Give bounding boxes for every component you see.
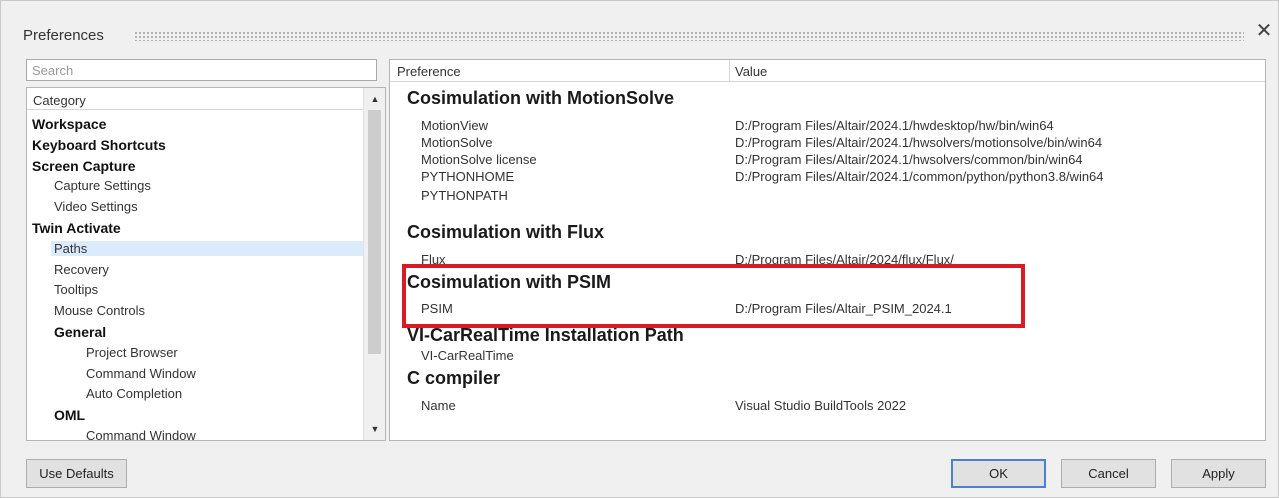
drag-grip[interactable] bbox=[134, 31, 1244, 41]
preference-value[interactable]: D:/Program Files/Altair/2024.1/hwsolvers… bbox=[735, 135, 1102, 150]
preference-name[interactable]: PYTHONPATH bbox=[421, 188, 508, 203]
category-item[interactable]: Command Window bbox=[86, 428, 196, 440]
section-title: Cosimulation with Flux bbox=[407, 222, 604, 242]
scroll-down-icon[interactable]: ▼ bbox=[364, 420, 385, 438]
preference-name[interactable]: MotionView bbox=[421, 118, 488, 133]
category-item[interactable]: Capture Settings bbox=[54, 178, 151, 193]
search-input[interactable] bbox=[26, 59, 377, 81]
column-divider[interactable] bbox=[729, 60, 730, 82]
category-item[interactable]: Command Window bbox=[86, 366, 196, 381]
preference-value[interactable]: D:/Program Files/Altair/2024.1/hwsolvers… bbox=[735, 152, 1083, 167]
preference-name[interactable]: MotionSolve license bbox=[421, 152, 537, 167]
category-item[interactable]: Screen Capture bbox=[32, 158, 135, 174]
category-item[interactable]: Project Browser bbox=[86, 345, 178, 360]
category-scrollbar[interactable]: ▲ ▼ bbox=[363, 88, 385, 440]
category-item[interactable]: Tooltips bbox=[54, 282, 98, 297]
preference-table: Preference Value Cosimulation with Motio… bbox=[389, 59, 1266, 441]
col-header-value[interactable]: Value bbox=[735, 64, 767, 79]
category-item[interactable]: Paths bbox=[51, 240, 363, 256]
section-title: C compiler bbox=[407, 368, 501, 388]
scroll-thumb[interactable] bbox=[368, 110, 381, 354]
ok-label: OK bbox=[989, 466, 1008, 481]
col-header-preference[interactable]: Preference bbox=[397, 64, 461, 79]
use-defaults-label: Use Defaults bbox=[39, 466, 114, 481]
category-item[interactable]: General bbox=[54, 324, 106, 340]
category-item[interactable]: OML bbox=[54, 407, 85, 423]
category-item[interactable]: Mouse Controls bbox=[54, 303, 145, 318]
category-item[interactable]: Keyboard Shortcuts bbox=[32, 137, 166, 153]
psim-highlight-box bbox=[402, 264, 1025, 328]
cancel-label: Cancel bbox=[1088, 466, 1129, 481]
preference-name[interactable]: Name bbox=[421, 398, 456, 413]
preference-name[interactable]: PYTHONHOME bbox=[421, 169, 514, 184]
preference-value[interactable]: D:/Program Files/Altair/2024.1/common/py… bbox=[735, 169, 1104, 184]
category-item[interactable]: Recovery bbox=[54, 262, 109, 277]
apply-button[interactable]: Apply bbox=[1171, 459, 1266, 488]
section-title: Cosimulation with MotionSolve bbox=[407, 88, 674, 108]
window-title: Preferences bbox=[23, 27, 104, 44]
title-bar[interactable]: Preferences ✕ bbox=[1, 1, 1279, 53]
preference-value[interactable]: D:/Program Files/Altair/2024.1/hwdesktop… bbox=[735, 118, 1054, 133]
category-header: Category bbox=[27, 88, 363, 110]
section-title: VI-CarRealTime Installation Path bbox=[407, 325, 684, 345]
table-header: Preference Value bbox=[390, 60, 1265, 82]
category-item[interactable]: Workspace bbox=[32, 116, 106, 132]
category-tree: Category Workspace Keyboard Shortcuts Scre… bbox=[26, 87, 386, 441]
close-icon[interactable]: ✕ bbox=[1253, 20, 1275, 42]
category-item[interactable]: Auto Completion bbox=[86, 386, 182, 401]
cancel-button[interactable]: Cancel bbox=[1061, 459, 1156, 488]
category-item[interactable]: Video Settings bbox=[54, 199, 138, 214]
apply-label: Apply bbox=[1202, 466, 1235, 481]
use-defaults-button[interactable]: Use Defaults bbox=[26, 459, 127, 488]
category-item[interactable]: Twin Activate bbox=[32, 220, 121, 236]
preference-value[interactable]: Visual Studio BuildTools 2022 bbox=[735, 398, 906, 413]
preference-name[interactable]: VI-CarRealTime bbox=[421, 348, 514, 363]
ok-button[interactable]: OK bbox=[951, 459, 1046, 488]
preferences-dialog: Preferences ✕ Category Workspace Keyboard… bbox=[0, 0, 1279, 498]
scroll-up-icon[interactable]: ▲ bbox=[364, 90, 385, 108]
preference-name[interactable]: MotionSolve bbox=[421, 135, 493, 150]
